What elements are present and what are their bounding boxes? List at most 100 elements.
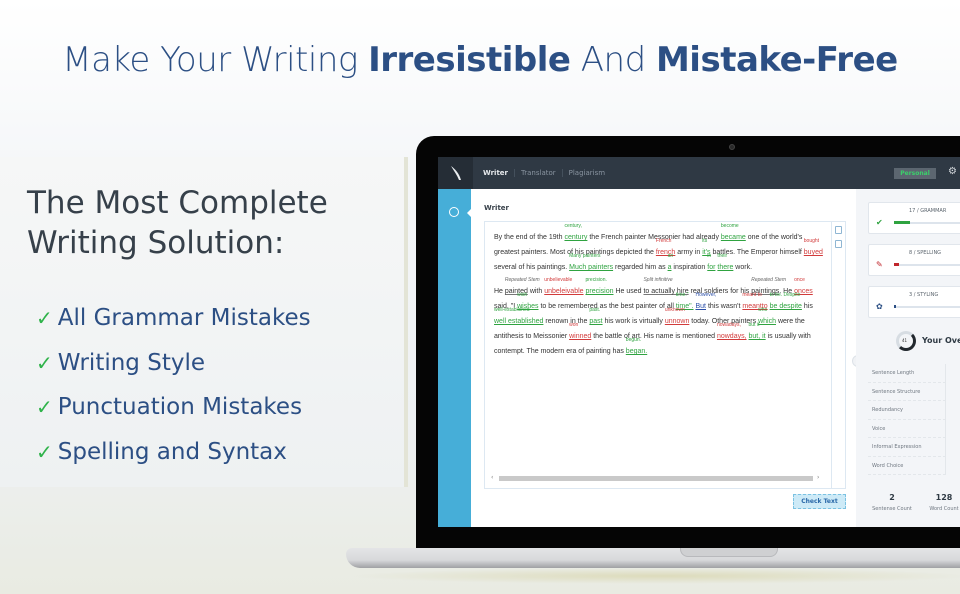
word: there (717, 264, 734, 271)
spelling-icon: ✎ (876, 260, 883, 269)
flagged-word[interactable]: century, century (564, 223, 587, 245)
results-panel (856, 189, 960, 527)
metric-row[interactable]: Word Choice (868, 456, 946, 475)
horizontal-scrollbar[interactable]: ‹ › (491, 474, 821, 482)
suggestion[interactable]: However, (695, 292, 716, 298)
scroll-right-icon[interactable]: › (817, 474, 819, 481)
app-logo[interactable] (438, 157, 473, 189)
word: well established (494, 318, 544, 325)
flagged-word[interactable]: However, But (695, 292, 716, 314)
flagged-word[interactable]: become became (721, 223, 746, 245)
flagged-word[interactable]: past. past (589, 307, 603, 329)
abc-check-icon: ✔ (876, 218, 883, 227)
suggestion[interactable]: Split infinitive (643, 277, 672, 283)
metric-row[interactable]: Sentence Structure (868, 382, 946, 401)
styling-card[interactable]: 3 / STYLING ✿ (868, 286, 960, 318)
suggestion[interactable]: wish (517, 292, 527, 298)
text: He used (613, 288, 644, 295)
suggestion[interactable]: their (717, 253, 727, 259)
word: past (589, 318, 603, 325)
suggestion[interactable]: who (758, 307, 767, 313)
suggestion[interactable]: won (569, 322, 578, 328)
text: several of his paintings. (494, 264, 570, 271)
gear-icon[interactable]: ⚙ (948, 166, 957, 177)
editor-content[interactable]: By the end of the 19th century, century t… (494, 223, 829, 368)
nav-tab-writer[interactable]: Writer (483, 169, 515, 177)
nav-tab-translator[interactable]: Translator (515, 169, 563, 177)
metric-row[interactable]: Informal Expression (868, 438, 946, 457)
flagged-word[interactable]: in for (707, 253, 715, 275)
text-editor[interactable]: By the end of the 19th century, century t… (484, 221, 832, 489)
suggestion[interactable]: begun. (626, 337, 641, 343)
flagged-word[interactable]: precision. precision (585, 277, 613, 299)
overall-score-label: Your Overall (922, 336, 960, 345)
progress-bar (894, 221, 960, 224)
word: nowdays, (716, 333, 747, 340)
progress-fill (894, 305, 897, 308)
text: regarded him as (613, 264, 668, 271)
suggestion[interactable]: meant to (742, 292, 761, 298)
flagged-word[interactable]: nowadays, nowdays, (716, 322, 747, 344)
feature-list: ✓ All Grammar Mistakes ✓ Writing Style ✓ Pu… (36, 296, 311, 474)
suggestion[interactable]: its (702, 238, 707, 244)
grammar-card[interactable]: 17 / GRAMMAR ✔ (868, 202, 960, 234)
suggestion[interactable]: past. (589, 307, 600, 313)
suggestion[interactable]: Many painters (569, 253, 600, 259)
suggestion[interactable]: once (794, 277, 805, 283)
suggestion[interactable]: to be. Despite (770, 292, 801, 298)
suggestion[interactable]: well-established (494, 307, 530, 313)
plan-badge[interactable]: Personal (894, 168, 936, 179)
feature-item: ✓ Writing Style (36, 341, 311, 386)
flagged-word[interactable]: their there (717, 253, 734, 275)
document-icon[interactable] (835, 226, 842, 234)
suggestion[interactable]: nowadays, (717, 322, 741, 328)
nav-tab-plagiarism[interactable]: Plagiarism (563, 169, 611, 177)
laptop-base (346, 548, 960, 568)
suggestion[interactable]: unknown (665, 307, 685, 313)
writer-nav-icon[interactable] (449, 207, 459, 217)
laptop-shadow (350, 568, 960, 584)
suggestion[interactable]: Repeated Stem (505, 277, 540, 283)
text: the French painter Messonier had already (587, 234, 721, 241)
progress-bar (894, 305, 960, 308)
clipboard-icon[interactable] (835, 240, 842, 248)
flagged-word[interactable]: Many painters Much painters (569, 253, 613, 275)
suggestion[interactable]: French (656, 238, 672, 244)
flagged-word[interactable]: begun. began. (626, 337, 647, 359)
suggestion[interactable]: become (721, 223, 739, 229)
word: a (667, 264, 672, 271)
spelling-card[interactable]: 8 / SPELLING ✎ (868, 244, 960, 276)
flagged-word[interactable]: but it but, it (749, 322, 766, 344)
flagged-word[interactable]: unknown unnown (665, 307, 690, 329)
stat-label: Sentense Count (872, 506, 912, 512)
headline-emphasis: Mistake-Free (655, 40, 898, 80)
feature-item: ✓ Punctuation Mistakes (36, 385, 311, 430)
suggestion[interactable]: bought (804, 238, 819, 244)
metric-row[interactable]: Redundancy (868, 401, 946, 420)
flagged-word[interactable]: well-established well established (494, 307, 544, 329)
suggestion[interactable]: in (707, 253, 711, 259)
suggestion[interactable]: century, (564, 223, 581, 229)
suggestion[interactable]: an (668, 253, 674, 259)
flagged-word[interactable]: unbelievable unbeleivable (544, 277, 583, 299)
flagged-word[interactable]: won winned (569, 322, 591, 344)
metric-row[interactable]: Voice (868, 419, 946, 438)
app-topbar: Writer Translator Plagiarism Personal ⚙ (438, 157, 960, 189)
flagged-word[interactable]: bought buyed (804, 238, 823, 260)
flagged-word[interactable]: who which (758, 307, 776, 329)
suggestion[interactable]: Repeated Stem (751, 277, 786, 283)
scrollbar-thumb[interactable] (499, 476, 813, 481)
scroll-left-icon[interactable]: ‹ (491, 474, 493, 481)
suggestion[interactable]: unbelievable (544, 277, 572, 283)
suggestion[interactable]: precision. (585, 277, 606, 283)
suggestion[interactable]: time." (676, 292, 689, 298)
flagged-word[interactable]: an a (667, 253, 674, 275)
metric-row[interactable]: Sentence Length (868, 364, 946, 383)
check-text-button[interactable]: Check Text (793, 494, 846, 509)
suggestion[interactable]: but it (749, 322, 760, 328)
flagged-word[interactable]: to be. Despite be despite (770, 292, 802, 314)
active-pointer (467, 208, 472, 218)
paragraph: He Repeated Stem painted with unbelievabl… (494, 277, 829, 359)
feature-item: ✓ Spelling and Syntax (36, 430, 311, 475)
headline-text: And (570, 40, 656, 80)
